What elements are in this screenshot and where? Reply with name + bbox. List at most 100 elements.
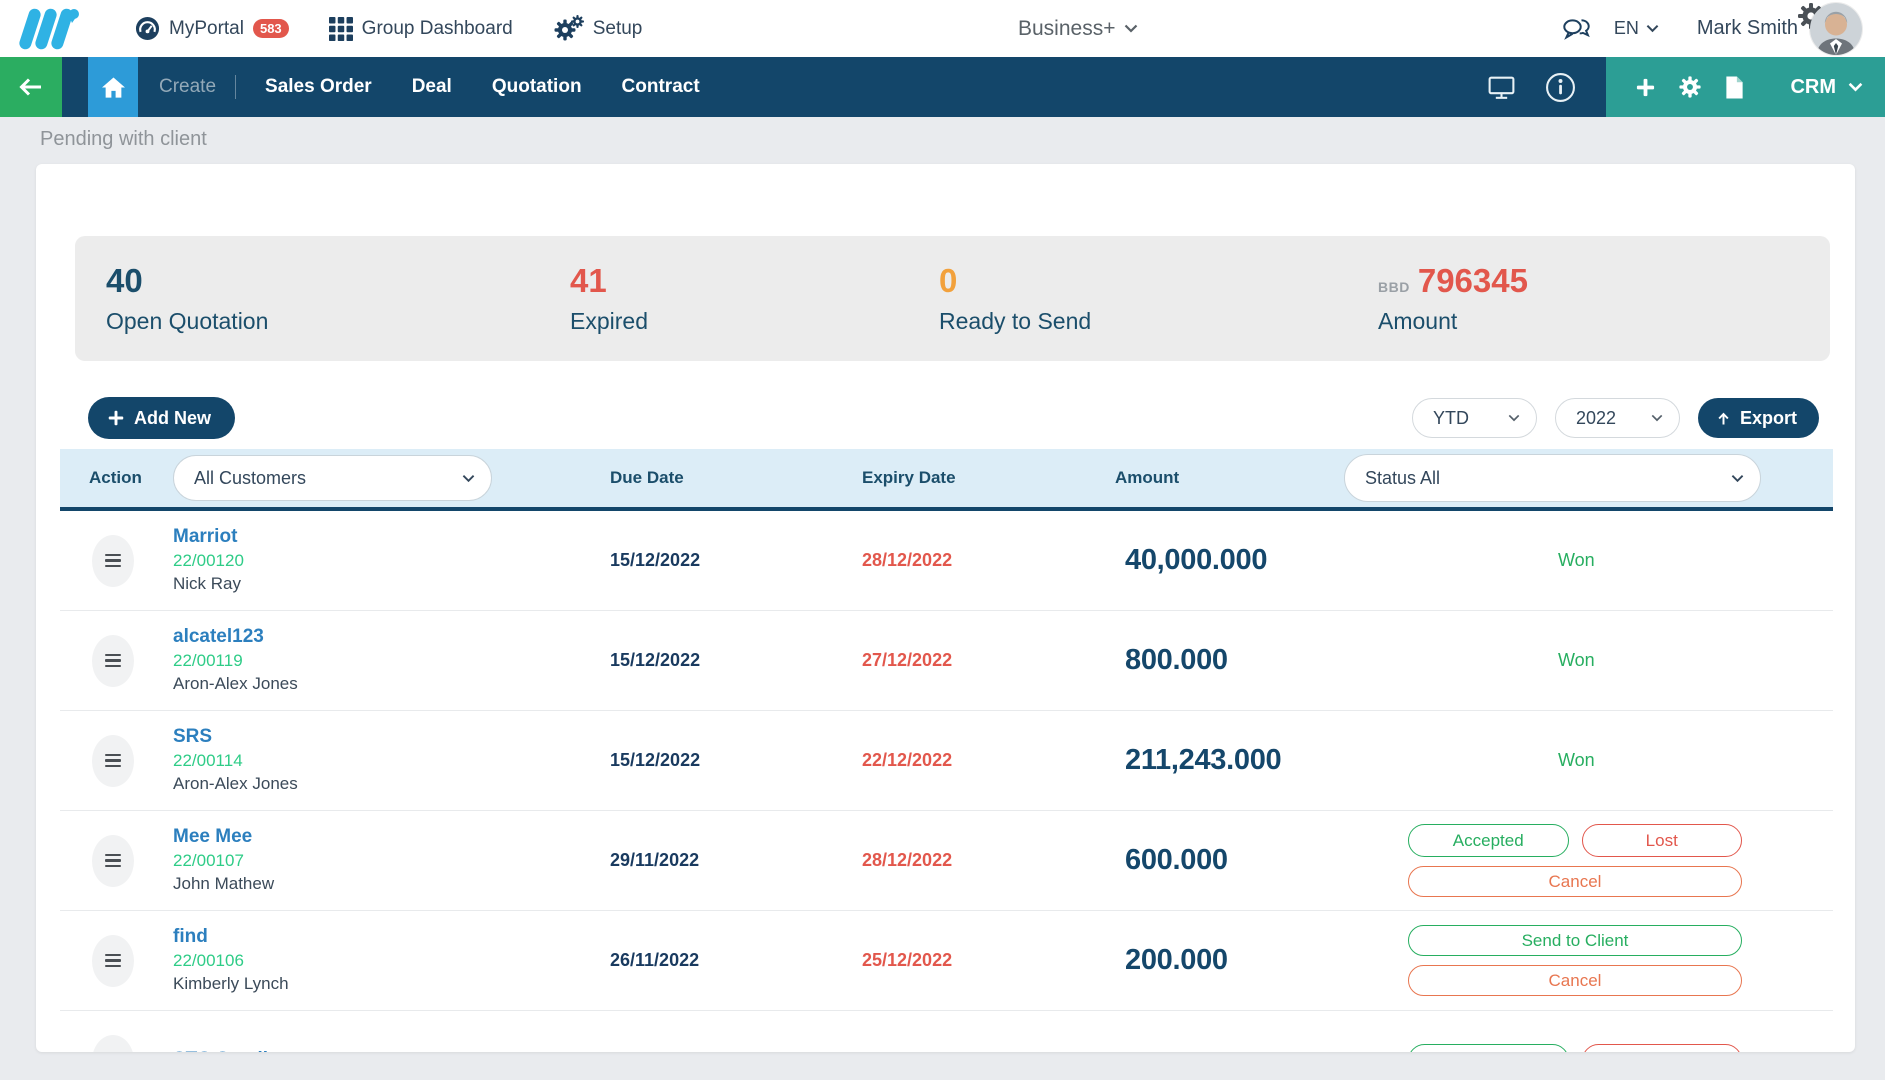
cell-amount: 600.000 — [1020, 844, 1320, 877]
chevron-down-icon — [1508, 414, 1520, 422]
quotation-number[interactable]: 22/00119 — [173, 650, 520, 673]
grid-icon — [329, 17, 353, 41]
status-button-cancel[interactable]: Cancel — [1408, 965, 1742, 996]
top-nav-myportal[interactable]: MyPortal 583 — [135, 16, 289, 41]
row-menu-button[interactable] — [92, 535, 134, 587]
hamburger-icon-bar — [105, 965, 121, 968]
quick-add-button[interactable] — [1624, 57, 1667, 117]
year-value: 2022 — [1576, 408, 1616, 429]
quotation-number[interactable]: 22/00120 — [173, 550, 520, 573]
speedometer-icon — [135, 16, 160, 41]
chat-icon[interactable] — [1561, 16, 1592, 42]
cell-due-date: 15/12/2022 — [520, 650, 770, 671]
stats-bar: 40 Open Quotation 41 Expired 0 Ready to … — [75, 236, 1830, 361]
cell-amount: 200.000 — [1020, 944, 1320, 977]
export-button[interactable]: Export — [1698, 398, 1819, 438]
user-name[interactable]: Mark Smith — [1697, 17, 1798, 40]
user-avatar[interactable] — [1810, 3, 1862, 55]
add-new-button[interactable]: Add New — [88, 397, 235, 439]
file-icon — [1724, 75, 1745, 100]
hamburger-icon-bar — [105, 659, 121, 662]
stat-value: 40 — [106, 262, 539, 300]
contact-name: Nick Ray — [173, 573, 520, 596]
app-screen: MyPortal 583 Group Dashboard — [0, 0, 1885, 1080]
row-menu-button[interactable] — [92, 735, 134, 787]
hamburger-icon-bar — [105, 654, 121, 657]
top-nav-group-dashboard[interactable]: Group Dashboard — [329, 17, 513, 41]
status-badge: Won — [1320, 650, 1833, 671]
chevron-down-icon — [1848, 82, 1863, 92]
column-header-action: Action — [60, 468, 150, 488]
row-menu-button[interactable] — [92, 835, 134, 887]
status-button-accepted[interactable]: Accepted — [1408, 824, 1569, 857]
quotation-number[interactable]: 22/00114 — [173, 750, 520, 773]
contact-name: Aron-Alex Jones — [173, 773, 520, 796]
top-nav-setup[interactable]: Setup — [553, 15, 643, 42]
hamburger-icon-bar — [105, 865, 121, 868]
top-navigation: MyPortal 583 Group Dashboard — [135, 0, 642, 57]
row-menu-button[interactable] — [92, 635, 134, 687]
customer-link[interactable]: SRS — [173, 725, 212, 750]
status-button-cancel[interactable]: Cancel — [1408, 866, 1742, 897]
customer-link[interactable]: alcatel123 — [173, 625, 264, 650]
customer-link[interactable]: Mee Mee — [173, 825, 252, 850]
cell-customer: SRS22/00114Aron-Alex Jones — [150, 725, 520, 796]
nav-item-contract[interactable]: Contract — [608, 76, 714, 98]
cell-amount: 800.000 — [1020, 644, 1320, 677]
cell-action — [60, 1035, 150, 1053]
customer-link[interactable]: STC Saudi — [173, 1048, 268, 1052]
company-logo[interactable] — [18, 6, 82, 52]
cell-status: Won — [1320, 750, 1833, 771]
quotation-number[interactable]: 22/00106 — [173, 950, 520, 973]
language-selector[interactable]: EN — [1614, 18, 1659, 39]
business-selector[interactable]: Business+ — [1018, 0, 1138, 57]
cell-status: Won — [1320, 650, 1833, 671]
notification-count-badge: 583 — [253, 19, 289, 39]
cell-expiry-date: 28/12/2022 — [770, 550, 1020, 571]
table-row: SRS22/00114Aron-Alex Jones15/12/202222/1… — [60, 711, 1833, 811]
plus-icon — [108, 410, 124, 426]
info-button[interactable] — [1531, 57, 1590, 117]
customer-link[interactable]: Marriot — [173, 525, 237, 550]
cell-action — [60, 835, 150, 887]
settings-button[interactable] — [1667, 57, 1713, 117]
status-button-send-to-client[interactable]: Send to Client — [1408, 925, 1742, 956]
nav-item-deal[interactable]: Deal — [398, 76, 466, 98]
nav-item-sales-order[interactable]: Sales Order — [251, 76, 386, 98]
hamburger-icon-bar — [105, 859, 121, 862]
quotation-number[interactable]: 22/00107 — [173, 850, 520, 873]
cell-customer: find22/00106Kimberly Lynch — [150, 925, 520, 996]
info-icon — [1545, 72, 1576, 103]
period-value: YTD — [1433, 408, 1469, 429]
row-menu-button[interactable] — [92, 1035, 134, 1053]
year-select[interactable]: 2022 — [1555, 398, 1680, 438]
status-button-accepted[interactable]: Accepted — [1408, 1044, 1569, 1052]
cell-due-date: 15/12/2022 — [520, 750, 770, 771]
document-button[interactable] — [1713, 57, 1756, 117]
screen-view-button[interactable] — [1472, 57, 1531, 117]
row-menu-button[interactable] — [92, 935, 134, 987]
customer-link[interactable]: find — [173, 925, 208, 950]
status-button-lost[interactable]: Lost — [1582, 824, 1743, 857]
customer-filter-select[interactable]: All Customers — [173, 455, 492, 501]
period-select[interactable]: YTD — [1412, 398, 1537, 438]
status-button-lost[interactable]: Lost — [1582, 1044, 1743, 1052]
module-selector[interactable]: CRM — [1790, 76, 1863, 99]
list-controls: Add New YTD 2022 Export — [88, 397, 1819, 439]
status-filter-select[interactable]: Status All — [1344, 454, 1761, 502]
quotations-table: Action All Customers Due Date Expiry Dat… — [60, 449, 1833, 1052]
stat-amount: BBD796345 Amount — [1347, 262, 1830, 335]
hamburger-icon-bar — [105, 565, 121, 568]
cell-status: Send to Client Cancel — [1320, 925, 1833, 996]
stat-ready-to-send: 0 Ready to Send — [908, 262, 1347, 335]
nav-create-label: Create — [159, 76, 216, 98]
filter-controls: YTD 2022 Export — [1412, 398, 1819, 438]
top-nav-label: Group Dashboard — [362, 18, 513, 40]
table-row: Mee Mee22/00107John Mathew29/11/202228/1… — [60, 811, 1833, 911]
monitor-icon — [1486, 74, 1517, 101]
nav-item-quotation[interactable]: Quotation — [478, 76, 596, 98]
back-button[interactable] — [0, 57, 62, 117]
language-value: EN — [1614, 18, 1639, 39]
chevron-down-icon — [1731, 474, 1744, 483]
home-button[interactable] — [88, 57, 138, 117]
